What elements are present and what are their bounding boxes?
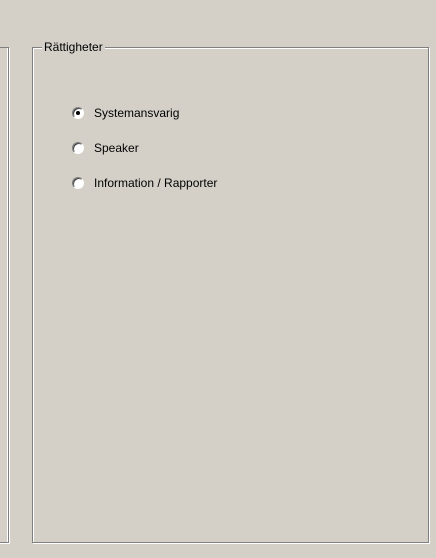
radio-option-systemansvarig[interactable]: Systemansvarig — [72, 104, 217, 122]
radio-label-speaker[interactable]: Speaker — [94, 140, 139, 156]
rights-radio-group: Systemansvarig Speaker Information / Rap… — [72, 104, 217, 209]
radio-button-systemansvarig[interactable] — [72, 107, 84, 119]
radio-label-systemansvarig[interactable]: Systemansvarig — [94, 105, 179, 121]
radio-option-information-rapporter[interactable]: Information / Rapporter — [72, 174, 217, 192]
radio-label-information-rapporter[interactable]: Information / Rapporter — [94, 175, 217, 191]
radio-button-speaker[interactable] — [72, 142, 84, 154]
rights-group-title: Rättigheter — [42, 39, 105, 55]
radio-option-speaker[interactable]: Speaker — [72, 139, 217, 157]
radio-checked-dot-icon — [76, 111, 80, 115]
radio-button-information-rapporter[interactable] — [72, 177, 84, 189]
left-group-box-edge — [0, 47, 9, 543]
rights-group-box: Rättigheter Systemansvarig Speaker Infor… — [32, 39, 429, 543]
